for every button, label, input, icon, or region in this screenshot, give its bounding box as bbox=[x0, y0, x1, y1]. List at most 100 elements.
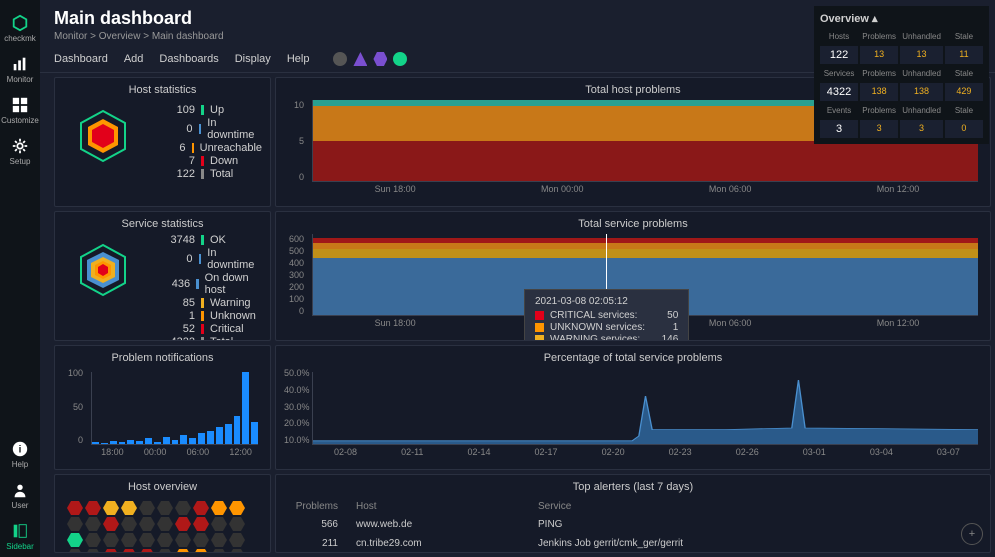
overview-value[interactable]: 0 bbox=[945, 120, 983, 138]
host-hex[interactable] bbox=[121, 549, 137, 553]
host-hex[interactable] bbox=[157, 549, 173, 553]
menu-display[interactable]: Display bbox=[235, 53, 271, 65]
notification-bar[interactable] bbox=[251, 422, 258, 444]
host-hex[interactable] bbox=[157, 533, 173, 547]
host-hex[interactable] bbox=[121, 533, 137, 547]
overview-value[interactable]: 11 bbox=[945, 46, 983, 64]
stat-row[interactable]: 4322Total bbox=[163, 336, 262, 341]
host-hex[interactable] bbox=[175, 501, 191, 515]
host-hex[interactable] bbox=[211, 517, 227, 531]
host-hex[interactable] bbox=[211, 501, 227, 515]
notification-bar[interactable] bbox=[163, 437, 170, 444]
overview-value[interactable]: 138 bbox=[860, 83, 898, 101]
host-hex[interactable] bbox=[85, 533, 101, 547]
host-hex[interactable] bbox=[85, 549, 101, 553]
menu-add[interactable]: Add bbox=[124, 53, 144, 65]
stat-row[interactable]: 122Total bbox=[163, 168, 262, 180]
notification-bar[interactable] bbox=[216, 427, 223, 444]
host-hex[interactable] bbox=[103, 533, 119, 547]
host-hex[interactable] bbox=[67, 533, 83, 547]
host-hex[interactable] bbox=[211, 533, 227, 547]
host-hex[interactable] bbox=[229, 549, 245, 553]
overview-value[interactable]: 13 bbox=[900, 46, 943, 64]
host-hex[interactable] bbox=[229, 533, 245, 547]
host-hex[interactable] bbox=[139, 517, 155, 531]
green-icon[interactable] bbox=[393, 52, 407, 66]
stat-row[interactable]: 7Down bbox=[163, 155, 262, 167]
host-hex[interactable] bbox=[85, 501, 101, 515]
nav-customize[interactable]: Customize bbox=[0, 90, 40, 131]
notification-bar[interactable] bbox=[154, 442, 161, 444]
stat-row[interactable]: 436On down host bbox=[163, 272, 262, 296]
notification-bar[interactable] bbox=[145, 438, 152, 444]
alert-icon[interactable] bbox=[353, 52, 367, 66]
host-hex[interactable] bbox=[121, 517, 137, 531]
host-hex[interactable] bbox=[121, 501, 137, 515]
notification-bar[interactable] bbox=[180, 435, 187, 444]
logo[interactable]: checkmk bbox=[0, 8, 40, 49]
overview-value[interactable]: 429 bbox=[945, 83, 983, 101]
host-hex[interactable] bbox=[229, 517, 245, 531]
overview-value[interactable]: 13 bbox=[860, 46, 898, 64]
overview-value[interactable]: 4322 bbox=[820, 83, 858, 101]
menu-dashboards[interactable]: Dashboards bbox=[159, 53, 218, 65]
overview-value[interactable]: 3 bbox=[860, 120, 898, 138]
host-hex[interactable] bbox=[193, 501, 209, 515]
nav-monitor[interactable]: Monitor bbox=[0, 49, 40, 90]
notification-bar[interactable] bbox=[119, 442, 126, 444]
notification-bar[interactable] bbox=[207, 431, 214, 444]
overview-value[interactable]: 122 bbox=[820, 46, 858, 64]
host-hex[interactable] bbox=[103, 501, 119, 515]
host-hex[interactable] bbox=[175, 533, 191, 547]
host-hex[interactable] bbox=[139, 533, 155, 547]
host-hex[interactable] bbox=[175, 517, 191, 531]
host-hex[interactable] bbox=[67, 517, 83, 531]
host-hex[interactable] bbox=[193, 533, 209, 547]
overview-value[interactable]: 3 bbox=[820, 120, 858, 138]
host-hex[interactable] bbox=[139, 549, 155, 553]
notification-bar[interactable] bbox=[127, 440, 134, 444]
table-row[interactable]: 211cn.tribe29.comJenkins Job gerrit/cmk_… bbox=[286, 535, 980, 552]
host-hex[interactable] bbox=[67, 501, 83, 515]
overview-value[interactable]: 3 bbox=[900, 120, 943, 138]
stat-row[interactable]: 0In downtime bbox=[163, 247, 262, 271]
notification-bar[interactable] bbox=[198, 433, 205, 444]
nav-sidebar-toggle[interactable]: Sidebar bbox=[0, 516, 40, 557]
host-hex[interactable] bbox=[67, 549, 83, 553]
notification-bar[interactable] bbox=[136, 441, 143, 444]
host-hex[interactable] bbox=[157, 501, 173, 515]
stat-row[interactable]: 0In downtime bbox=[163, 117, 262, 141]
host-hex[interactable] bbox=[193, 549, 209, 553]
host-hex[interactable] bbox=[85, 517, 101, 531]
host-hex[interactable] bbox=[103, 549, 119, 553]
overview-title[interactable]: Overview ▴ bbox=[820, 12, 983, 25]
hex-icon[interactable] bbox=[373, 52, 387, 66]
stat-row[interactable]: 1Unknown bbox=[163, 310, 262, 322]
host-hex[interactable] bbox=[103, 517, 119, 531]
stat-row[interactable]: 6Unreachable bbox=[163, 142, 262, 154]
host-hex[interactable] bbox=[193, 517, 209, 531]
nav-user[interactable]: User bbox=[0, 475, 40, 516]
add-dashlet-button[interactable]: + bbox=[961, 523, 983, 545]
notification-bar[interactable] bbox=[242, 372, 249, 444]
host-hex[interactable] bbox=[157, 517, 173, 531]
nav-help[interactable]: i Help bbox=[0, 434, 40, 475]
stat-row[interactable]: 52Critical bbox=[163, 323, 262, 335]
notification-bar[interactable] bbox=[234, 416, 241, 444]
menu-help[interactable]: Help bbox=[287, 53, 310, 65]
notification-bar[interactable] bbox=[225, 424, 232, 444]
host-hex[interactable] bbox=[175, 549, 191, 553]
nav-setup[interactable]: Setup bbox=[0, 131, 40, 172]
notification-bar[interactable] bbox=[92, 442, 99, 444]
overview-value[interactable]: 138 bbox=[900, 83, 943, 101]
host-hex[interactable] bbox=[229, 501, 245, 515]
notification-bar[interactable] bbox=[110, 441, 117, 444]
host-hex[interactable] bbox=[211, 549, 227, 553]
host-hex[interactable] bbox=[139, 501, 155, 515]
stat-row[interactable]: 85Warning bbox=[163, 297, 262, 309]
status-icon[interactable] bbox=[333, 52, 347, 66]
notification-bar[interactable] bbox=[189, 438, 196, 444]
stat-row[interactable]: 3748OK bbox=[163, 234, 262, 246]
table-row[interactable]: 566www.web.dePING bbox=[286, 516, 980, 533]
notification-bar[interactable] bbox=[101, 443, 108, 444]
